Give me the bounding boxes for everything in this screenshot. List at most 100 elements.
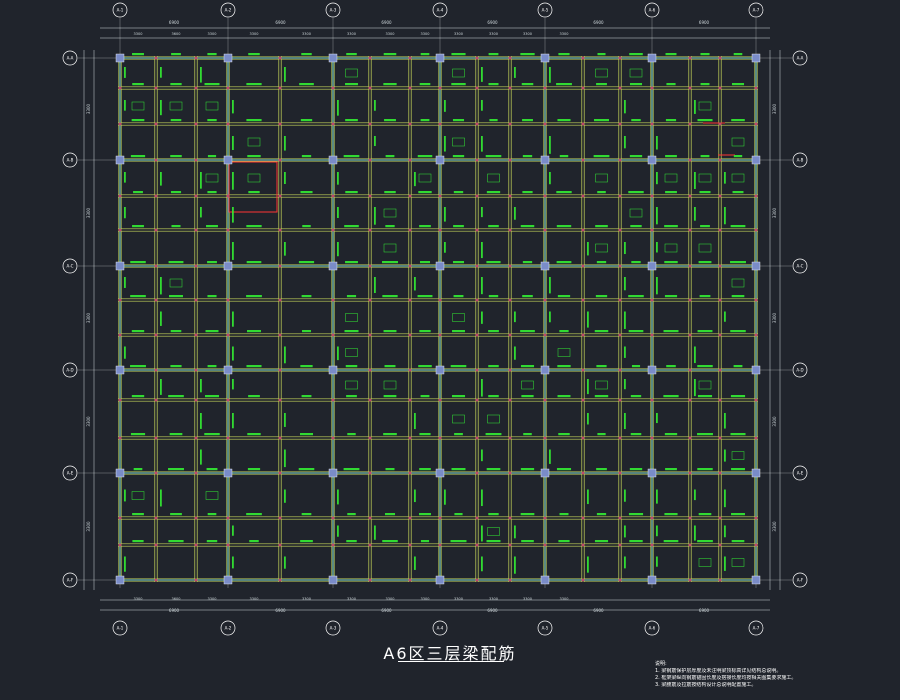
beam-node [618,298,622,302]
rebar-label [302,225,311,228]
beam-node [368,228,372,232]
rebar-label [345,261,358,264]
rebar-label [481,277,483,295]
rebar-label [300,540,313,543]
rebar-label [374,100,376,111]
rebar-label [730,433,746,436]
rebar-label [133,191,143,194]
rebar-callout [205,491,219,500]
beam-node [278,543,282,547]
rebar-label [337,525,339,537]
rebar-label [597,191,606,194]
rebar-callout [131,101,145,111]
dimension-text: 3300 [772,103,777,114]
rebar-label [594,540,609,543]
rebar-callout [698,243,712,253]
beam-node [650,298,654,302]
axis-label: A-D [66,368,73,373]
rebar-label [488,295,499,298]
beam-node [475,333,479,337]
rebar-label [481,311,483,324]
beam-node [154,436,158,440]
beam-node [408,264,412,268]
axis-label: A-D [796,368,803,373]
rebar-label [444,207,446,222]
rebar-label [663,540,679,543]
column [540,575,550,585]
beam-node [154,264,158,268]
rebar-label [481,489,483,507]
rebar-label [731,119,745,122]
rebar-label [665,119,677,122]
beam-node [581,543,585,547]
rebar-label [630,395,642,398]
beam-node [688,86,692,90]
beam-node [408,333,412,337]
dimension-text: 3300 [454,597,463,601]
rebar-label [200,379,202,393]
beam-node [688,471,692,475]
column [751,155,761,165]
rebar-label [299,83,314,86]
rebar-label [131,119,145,122]
note-line: 3. 梁腰筋及拉筋按结构设计总说明配置施工。 [655,682,757,688]
rebar-label [481,525,483,542]
beam-node [331,333,335,337]
beam-node [408,86,412,90]
beam-node [543,543,547,547]
beam-node [118,333,122,337]
rebar-label [666,365,676,368]
rebar-label [624,277,626,291]
rebar-label [514,207,516,220]
beam-node [581,264,585,268]
beam-node [688,228,692,232]
rebar-label [420,53,430,56]
rebar-label [383,330,397,333]
axis-label: A-1 [117,8,124,13]
rebar-label [207,119,217,122]
axis-label: A-4 [437,626,444,631]
axis-label: A-6 [649,8,656,13]
beam-node [154,122,158,126]
beam-node [581,578,585,582]
rebar-label [232,172,234,190]
beam-node [226,543,230,547]
rebar-label [664,433,678,436]
rebar-label [347,513,356,516]
rebar-callout [452,137,465,147]
beam-node [650,228,654,232]
beam-node [194,298,198,302]
rebar-label [665,191,677,194]
beam-node [508,264,512,268]
beam-reinforcement-plan: 6900 6900 6900 6900 6900 6900 6900 6900 6900 6900… [62,2,808,636]
rebar-label [206,540,218,543]
beam-node [438,228,442,232]
beam-node [194,471,198,475]
beam-node [368,543,372,547]
beam-node [688,264,692,268]
rebar-label [520,225,535,228]
title-underline [398,661,504,662]
rebar-label [587,413,589,425]
beam-node [475,436,479,440]
beam-node [278,368,282,372]
rebar-label [488,225,499,228]
rebar-label [697,468,713,471]
beam-node [718,333,722,337]
column [115,53,125,63]
rebar-label [232,136,234,150]
beam-node [368,86,372,90]
beam-node [438,122,442,126]
rebar-label [558,433,570,436]
rebar-label [594,395,609,398]
beam-node [581,368,585,372]
rebar-label [124,556,126,572]
rebar-label [248,53,260,56]
column [435,155,445,165]
rebar-callout [205,173,219,183]
rebar-label [207,53,217,56]
beam-node [718,86,722,90]
dimension-text: 3300 [134,32,143,36]
rebar-label [284,413,286,427]
rebar-label [558,53,570,56]
